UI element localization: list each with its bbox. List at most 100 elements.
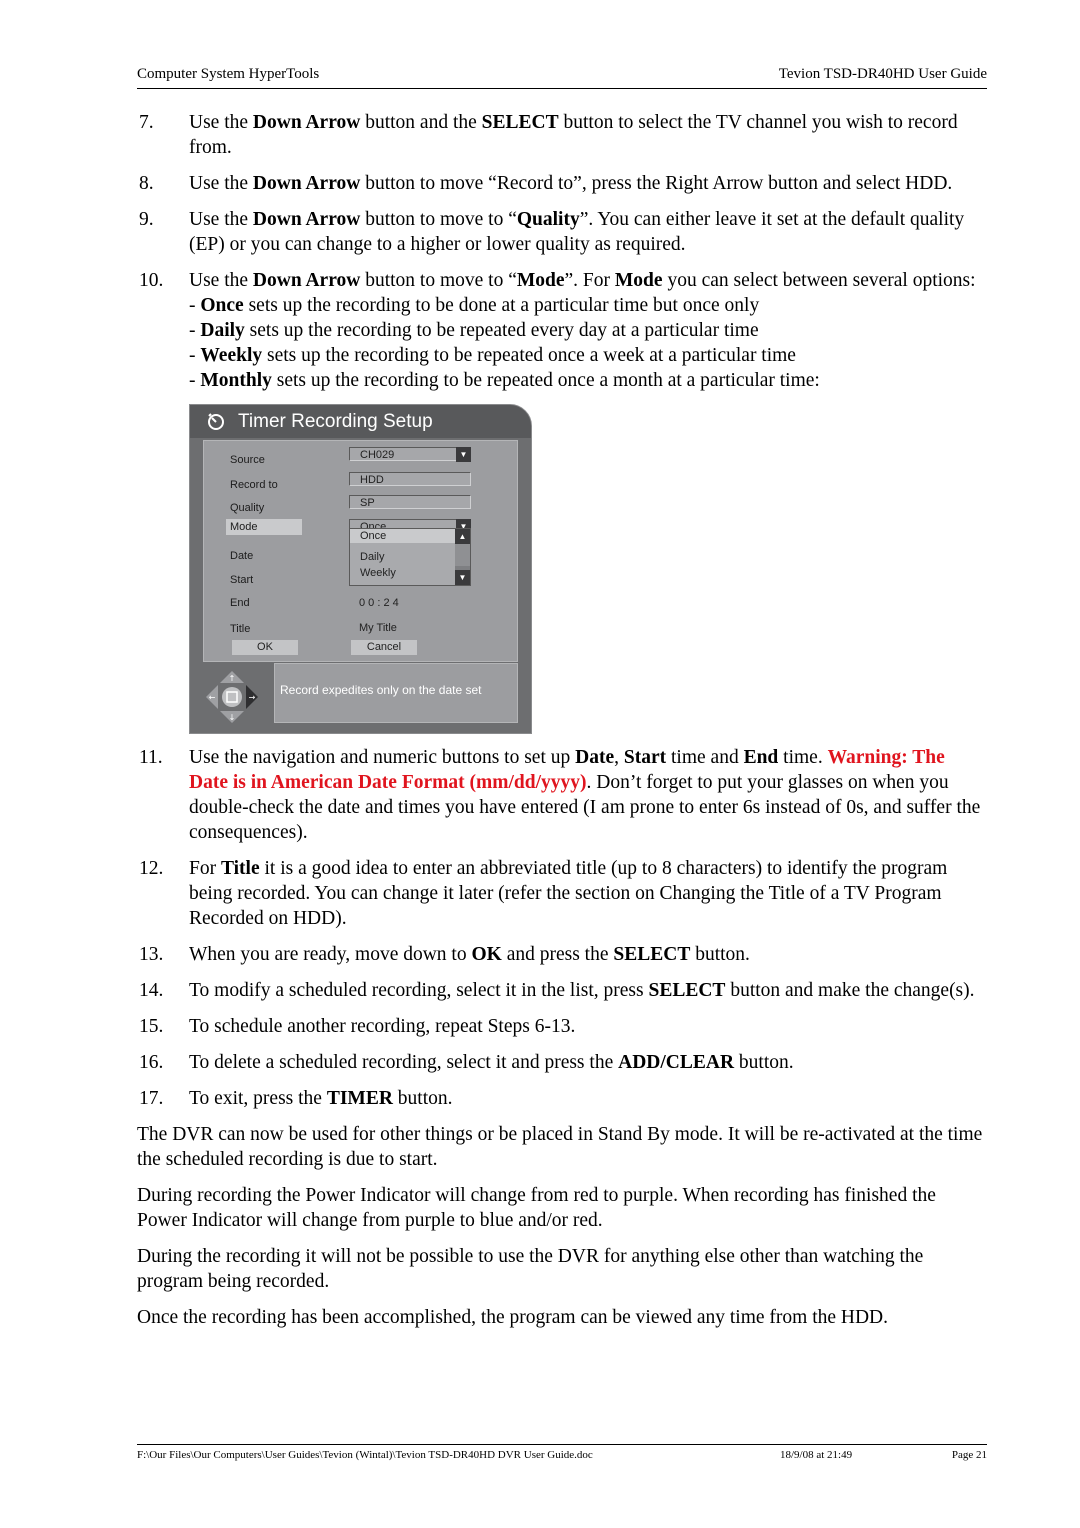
step-number: 10. [139, 270, 164, 291]
mode-option[interactable]: Weekly [360, 561, 396, 586]
step-number: 8. [139, 173, 154, 194]
list-item: 16. To delete a scheduled recording, sele… [137, 1050, 987, 1075]
list-item: 9. Use the Down Arrow button to move to “… [137, 207, 987, 257]
text-run: button and make the change(s). [725, 980, 975, 1001]
list-scrollbar[interactable]: ▲ ▼ [455, 529, 470, 585]
step-number: 17. [139, 1088, 164, 1109]
timer-recording-screenshot: Timer Recording Setup Source CH029 ▼ Rec… [189, 404, 532, 734]
cancel-button[interactable]: Cancel [351, 640, 417, 655]
step-text: Use the Down Arrow button to move to “Mo… [189, 268, 987, 393]
tv-form: Source CH029 ▼ Record to HDD Quality SP … [203, 440, 518, 662]
record-to-field[interactable]: HDD [349, 472, 471, 486]
scroll-up-icon[interactable]: ▲ [455, 529, 470, 544]
footer-page-number: Page 21 [951, 1449, 987, 1461]
bold-term: OK [471, 944, 502, 965]
mode-option-description: - Weekly sets up the recording to be rep… [189, 345, 796, 366]
bold-term: End [743, 747, 779, 768]
quality-field[interactable]: SP [349, 495, 471, 509]
label-end: End [230, 597, 250, 609]
steps-list-b: 11. Use the navigation and numeric button… [137, 745, 987, 1111]
text-run: When you are ready, move down to [189, 944, 472, 965]
text-run: button. [690, 944, 750, 965]
bold-term: Mode [614, 270, 663, 291]
option-desc: sets up the recording to be repeated onc… [271, 370, 820, 391]
tv-panel: Timer Recording Setup Source CH029 ▼ Rec… [189, 404, 532, 734]
svg-text:←: ← [209, 693, 216, 702]
hint-message: Record expedites only on the date set [274, 663, 518, 723]
title-value[interactable]: My Title [359, 616, 397, 641]
svg-text:→: → [249, 693, 256, 702]
svg-text:↓: ↓ [229, 713, 236, 722]
step-text: To schedule another recording, repeat St… [189, 1014, 987, 1039]
source-dropdown[interactable]: CH029 ▼ [349, 447, 471, 462]
option-term: Once [200, 295, 244, 316]
bold-term: Mode [516, 270, 565, 291]
dropdown-arrow-icon[interactable]: ▼ [456, 447, 471, 462]
step-text: Use the Down Arrow button to move to “Qu… [189, 207, 987, 257]
step-number: 13. [139, 944, 164, 965]
paragraph: During the recording it will not be poss… [137, 1246, 924, 1292]
list-item: 12. For Title it is a good idea to enter … [137, 856, 987, 931]
list-item: 14. To modify a scheduled recording, sele… [137, 978, 987, 1003]
list-item: 8. Use the Down Arrow button to move “Rec… [137, 171, 987, 196]
footer-date: 18/9/08 at 21:49 [780, 1449, 853, 1461]
step-text: When you are ready, move down to OK and … [189, 942, 987, 967]
option-term: Daily [200, 320, 245, 341]
text-run: To delete a scheduled recording, select … [189, 1052, 619, 1073]
step-number: 16. [139, 1052, 164, 1073]
bold-term: Date [575, 747, 615, 768]
text-run: button and the [360, 112, 482, 133]
svg-text:↑: ↑ [229, 674, 236, 683]
scroll-down-icon[interactable]: ▼ [455, 570, 470, 585]
mode-option[interactable]: Once [350, 529, 455, 543]
header-right: Tevion TSD-DR40HD User Guide [778, 66, 987, 82]
step-text: To delete a scheduled recording, select … [189, 1050, 987, 1075]
list-item: 10. Use the Down Arrow button to move to … [137, 268, 987, 393]
text-run: ”. For [564, 270, 615, 291]
label-title: Title [230, 623, 251, 635]
navigation-pad-icon: ↑ ↓ ← → [206, 671, 258, 723]
step-number: 15. [139, 1016, 164, 1037]
bold-term: Down Arrow [252, 173, 361, 194]
mode-options-list: Once Daily Weekly ▲ ▼ [349, 528, 471, 586]
option-term: Monthly [200, 370, 272, 391]
bold-term: TIMER [326, 1088, 393, 1109]
label-source: Source [230, 454, 265, 466]
text-run: , [614, 747, 624, 768]
text-run: you can select between several options: [662, 270, 976, 291]
end-time-value[interactable]: 0 0 : 2 4 [359, 591, 399, 616]
list-item: 17. To exit, press the TIMER button. [137, 1086, 987, 1111]
text-run: and press the [501, 944, 614, 965]
list-item: 11. Use the navigation and numeric button… [137, 745, 987, 845]
quality-value: SP [360, 497, 375, 509]
page-header: Computer System HyperTools Tevion TSD-DR… [137, 66, 987, 89]
text-run: Use the [189, 209, 253, 230]
bold-term: Quality [516, 209, 580, 230]
text-run: To modify a scheduled recording, select … [189, 980, 649, 1001]
bold-term: Title [220, 858, 260, 879]
text-run: time and [666, 747, 744, 768]
scroll-thumb[interactable] [455, 544, 470, 566]
closing-paragraphs: The DVR can now be used for other things… [137, 1122, 987, 1330]
paragraph: The DVR can now be used for other things… [137, 1124, 983, 1170]
ok-button[interactable]: OK [232, 640, 298, 655]
option-desc: sets up the recording to be repeated eve… [244, 320, 759, 341]
list-item: 15. To schedule another recording, repeat… [137, 1014, 987, 1039]
text-run: it is a good idea to enter an abbreviate… [189, 858, 948, 929]
text-run: Use the navigation and numeric buttons t… [189, 747, 576, 768]
label-quality: Quality [230, 502, 265, 514]
step-number: 9. [139, 209, 154, 230]
paragraph: Once the recording has been accomplished… [137, 1307, 889, 1328]
bold-term: SELECT [481, 112, 559, 133]
steps-list-a: 7. Use the Down Arrow button and the SELE… [137, 110, 987, 393]
step-number: 12. [139, 858, 164, 879]
bold-term: ADD/CLEAR [618, 1052, 735, 1073]
text-run: Use the [189, 270, 253, 291]
header-left: Computer System HyperTools [137, 66, 320, 82]
tv-title: Timer Recording Setup [238, 411, 433, 432]
text-run: button to move to “ [360, 270, 517, 291]
source-value: CH029 [360, 449, 395, 461]
step-text: Use the Down Arrow button to move “Recor… [189, 171, 987, 196]
step-number: 11. [139, 747, 163, 768]
step-text: For Title it is a good idea to enter an … [189, 856, 987, 931]
